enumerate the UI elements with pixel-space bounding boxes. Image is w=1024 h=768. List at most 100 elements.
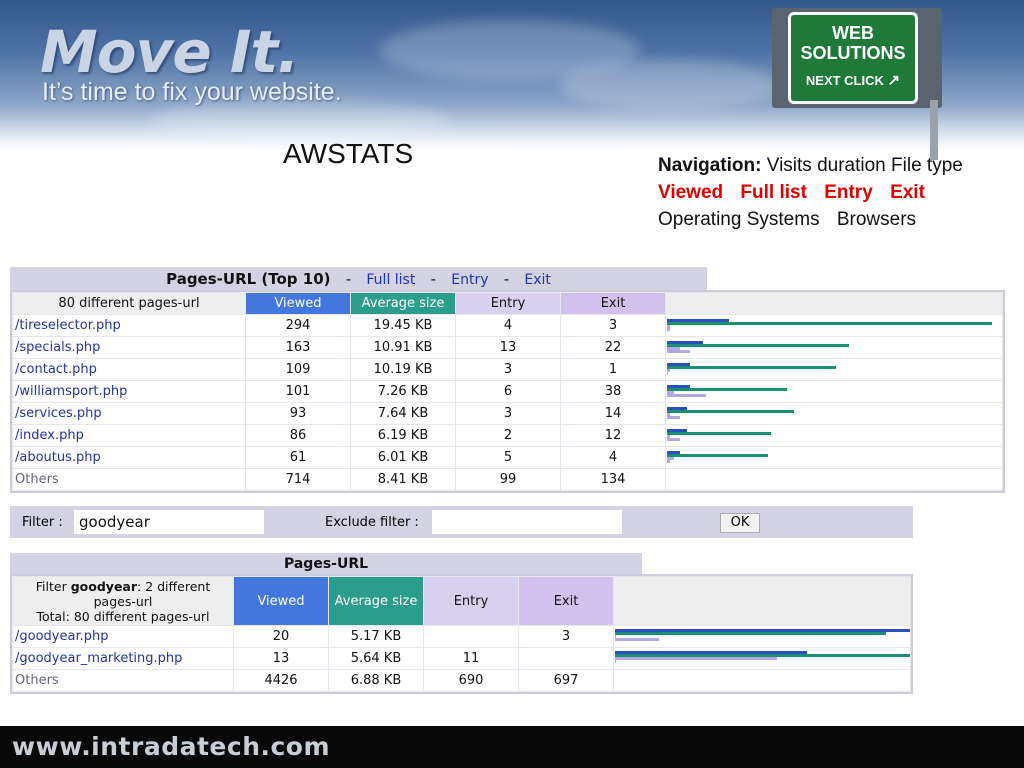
entry-value: 3 [456, 403, 560, 424]
link-full-list[interactable]: Full list [366, 272, 415, 288]
col-header-viewed: Viewed [234, 577, 328, 625]
col-header-bars [614, 577, 910, 625]
nav-link-viewed[interactable]: Viewed [658, 182, 723, 203]
others-viewed: 4426 [234, 670, 328, 691]
col-header-entry: Entry [424, 577, 518, 625]
viewed-value: 109 [246, 359, 350, 380]
footer-url: www.intradatech.com [12, 732, 331, 761]
exit-bar [667, 372, 668, 375]
table-row-others: Others 4426 6.88 KB 690 697 [13, 670, 910, 691]
average-size-value: 19.45 KB [351, 315, 455, 336]
exit-bar [667, 438, 680, 441]
viewed-value: 163 [246, 337, 350, 358]
average-size-bar [667, 410, 794, 413]
separator: - [345, 270, 352, 288]
top-table-body: 80 different pages-url Viewed Average si… [10, 290, 1005, 493]
nav-line-2: Viewed Full list Entry Exit [658, 179, 1008, 206]
others-avg: 6.88 KB [329, 670, 423, 691]
nav-link-entry[interactable]: Entry [824, 182, 873, 203]
average-size-value: 6.01 KB [351, 447, 455, 468]
exit-value: 14 [561, 403, 665, 424]
header-banner: Move It. It’s time to fix your website. … [0, 0, 1024, 160]
bar-cell [666, 447, 1002, 468]
table-row: /tireselector.php 294 19.45 KB 4 3 [13, 315, 1002, 336]
others-entry: 690 [424, 670, 518, 691]
table-row: /goodyear_marketing.php 13 5.64 KB 11 [13, 648, 910, 669]
tagline: It’s time to fix your website. [42, 78, 342, 106]
viewed-value: 93 [246, 403, 350, 424]
separator: - [503, 270, 510, 288]
summary-cell: 80 different pages-url [13, 293, 245, 314]
page-url-link[interactable]: /goodyear_marketing.php [13, 648, 233, 669]
nav-link-file-type[interactable]: File type [891, 155, 963, 176]
page-url-link[interactable]: /goodyear.php [13, 626, 233, 647]
bar-cell [666, 337, 1002, 358]
average-size-bar [667, 366, 836, 369]
nav-link-operating-systems[interactable]: Operating Systems [658, 209, 820, 230]
others-bar-cell [666, 469, 1002, 490]
average-size-bar [667, 322, 992, 325]
top-table-title: Pages-URL (Top 10) [166, 270, 331, 288]
sign-line-1: WEB [832, 23, 874, 43]
filtered-pages-table: Filter goodyear: 2 different pages-url T… [12, 576, 911, 692]
exit-bar [615, 638, 659, 641]
others-entry: 99 [456, 469, 560, 490]
ok-button[interactable]: OK [720, 513, 760, 533]
average-size-value: 7.64 KB [351, 403, 455, 424]
web-solutions-sign: WEB SOLUTIONS NEXT CLICK ↗ [788, 12, 918, 104]
others-label: Others [13, 670, 233, 691]
table-row: /services.php 93 7.64 KB 3 14 [13, 403, 1002, 424]
others-exit: 134 [561, 469, 665, 490]
filter-bar: Filter : Exclude filter : OK [10, 506, 913, 538]
col-header-exit: Exit [561, 293, 665, 314]
average-size-value: 7.26 KB [351, 381, 455, 402]
bar-cell [614, 626, 910, 647]
exit-value: 38 [561, 381, 665, 402]
table-header-row: Filter goodyear: 2 different pages-url T… [13, 577, 910, 625]
nav-link-full-list[interactable]: Full list [740, 182, 807, 203]
entry-value: 2 [456, 425, 560, 446]
filter-label: Filter : [22, 515, 63, 530]
page-url-link[interactable]: /index.php [13, 425, 245, 446]
bar-cell [666, 425, 1002, 446]
exit-bar [615, 660, 616, 663]
top-table-header: Pages-URL (Top 10) - Full list - Entry -… [10, 267, 707, 291]
link-exit[interactable]: Exit [524, 272, 551, 288]
page-url-link[interactable]: /williamsport.php [13, 381, 245, 402]
page-url-link[interactable]: /contact.php [13, 359, 245, 380]
exclude-filter-input[interactable] [432, 510, 622, 534]
page-title: AWSTATS [283, 138, 414, 169]
cloud-decoration [560, 60, 780, 110]
nav-link-exit[interactable]: Exit [890, 182, 925, 203]
average-size-bar [667, 388, 787, 391]
exit-value: 1 [561, 359, 665, 380]
col-header-viewed: Viewed [246, 293, 350, 314]
others-bar-cell [614, 670, 910, 691]
bar-cell [666, 403, 1002, 424]
sign-pole [930, 100, 938, 160]
average-size-value: 5.17 KB [329, 626, 423, 647]
table-row: /specials.php 163 10.91 KB 13 22 [13, 337, 1002, 358]
nav-line-3: Operating Systems Browsers [658, 206, 1008, 233]
page-url-link[interactable]: /specials.php [13, 337, 245, 358]
entry-value: 4 [456, 315, 560, 336]
page-url-link[interactable]: /services.php [13, 403, 245, 424]
average-size-bar [615, 632, 886, 635]
nav-link-browsers[interactable]: Browsers [837, 209, 916, 230]
separator: - [430, 270, 436, 288]
sign-line-3: NEXT CLICK [805, 73, 884, 88]
col-header-exit: Exit [519, 577, 613, 625]
average-size-value: 10.19 KB [351, 359, 455, 380]
viewed-value: 61 [246, 447, 350, 468]
col-header-average-size: Average size [329, 577, 423, 625]
exit-value: 4 [561, 447, 665, 468]
page-url-link[interactable]: /aboutus.php [13, 447, 245, 468]
link-entry[interactable]: Entry [451, 272, 488, 288]
nav-link-visits-duration[interactable]: Visits duration [767, 155, 886, 176]
viewed-value: 101 [246, 381, 350, 402]
filter-input[interactable] [74, 510, 264, 534]
bar-cell [666, 315, 1002, 336]
average-size-bar [667, 432, 771, 435]
exit-value: 3 [561, 315, 665, 336]
page-url-link[interactable]: /tireselector.php [13, 315, 245, 336]
